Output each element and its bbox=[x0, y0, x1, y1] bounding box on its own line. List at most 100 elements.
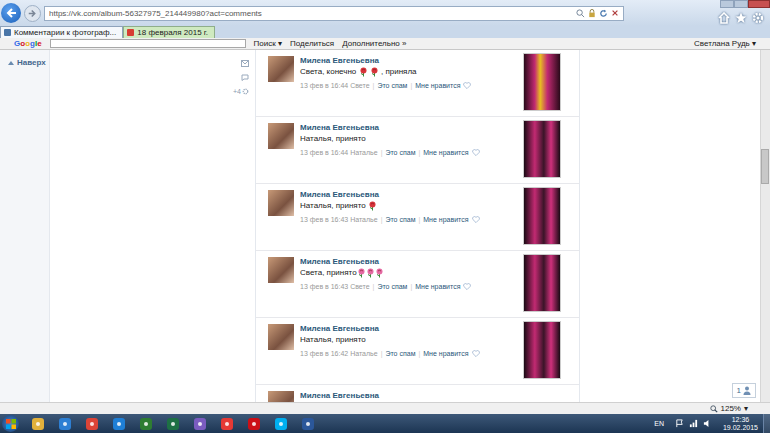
spam-link[interactable]: Это спам bbox=[377, 281, 407, 292]
photo-thumbnail[interactable] bbox=[523, 187, 561, 245]
maximize-icon[interactable] bbox=[734, 0, 748, 8]
minimize-icon[interactable] bbox=[720, 0, 734, 8]
photo-thumbnail[interactable] bbox=[523, 254, 561, 312]
spam-link[interactable]: Это спам bbox=[385, 147, 415, 158]
network-icon[interactable] bbox=[689, 419, 698, 428]
user-menu[interactable]: Светлана Рудь ▾ bbox=[694, 39, 770, 48]
photo-thumbnail[interactable] bbox=[523, 120, 561, 178]
viewers-badge[interactable]: 1 bbox=[732, 383, 756, 398]
logo-letter: l bbox=[35, 39, 37, 48]
settings-icon[interactable] bbox=[242, 88, 249, 95]
app-icon-mark bbox=[279, 422, 283, 426]
close-icon[interactable] bbox=[748, 0, 770, 8]
photo-thumbnail[interactable] bbox=[523, 53, 561, 111]
share-button[interactable]: Поделиться bbox=[290, 39, 334, 48]
app-icon bbox=[302, 418, 314, 430]
comment-date[interactable]: 13 фев в 16:43 Свете bbox=[300, 281, 370, 292]
heart-icon[interactable] bbox=[472, 216, 480, 223]
avatar-image[interactable] bbox=[268, 190, 294, 216]
flag-icon[interactable] bbox=[675, 419, 684, 428]
taskbar-app[interactable] bbox=[270, 415, 292, 432]
spam-link[interactable]: Это спам bbox=[385, 348, 415, 359]
scrollbar[interactable] bbox=[760, 50, 770, 402]
back-button[interactable] bbox=[1, 3, 21, 23]
photo-thumbnail[interactable] bbox=[523, 321, 561, 379]
google-search-field[interactable] bbox=[50, 39, 246, 48]
side-counter[interactable]: +4 bbox=[233, 88, 249, 95]
author-name[interactable]: Милена Евгеньевна bbox=[300, 55, 517, 66]
comment-icon[interactable] bbox=[241, 74, 249, 81]
taskbar-app[interactable] bbox=[243, 415, 265, 432]
taskbar-app[interactable] bbox=[108, 415, 130, 432]
language-indicator[interactable]: EN bbox=[654, 420, 664, 427]
heart-icon[interactable] bbox=[472, 149, 480, 156]
taskbar-app[interactable] bbox=[54, 415, 76, 432]
logo-letter: o bbox=[25, 39, 30, 48]
side-count-label: +4 bbox=[233, 88, 241, 95]
avatar-image[interactable] bbox=[268, 123, 294, 149]
text-fragment: Света, конечно bbox=[300, 66, 359, 77]
heart-icon[interactable] bbox=[463, 82, 471, 89]
avatar-image[interactable] bbox=[268, 391, 294, 402]
heart-icon[interactable] bbox=[472, 350, 480, 357]
more-button[interactable]: Дополнительно » bbox=[342, 39, 406, 48]
flower-emoji-icon bbox=[359, 67, 368, 77]
zoom-menu[interactable]: ▾ bbox=[744, 404, 748, 413]
home-icon[interactable] bbox=[718, 12, 730, 24]
like-link[interactable]: Мне нравится bbox=[423, 214, 468, 225]
scrollbar-thumb[interactable] bbox=[761, 149, 769, 184]
back-arrow-icon bbox=[5, 7, 17, 19]
browser-tab[interactable]: 18 февраля 2015 г. bbox=[123, 26, 215, 38]
author-name[interactable]: Милена Евгеньевна bbox=[300, 256, 517, 267]
taskbar-app[interactable] bbox=[189, 415, 211, 432]
gear-icon[interactable] bbox=[752, 12, 764, 24]
author-name[interactable]: Милена Евгеньевна bbox=[300, 189, 517, 200]
stop-icon[interactable] bbox=[611, 9, 619, 17]
zoom-level[interactable]: 125% bbox=[721, 404, 741, 413]
taskbar-app[interactable] bbox=[297, 415, 319, 432]
comment-date[interactable]: 13 фев в 16:42 Наталье bbox=[300, 348, 378, 359]
like-link[interactable]: Мне нравится bbox=[423, 348, 468, 359]
comment-row: Милена Евгеньевна bbox=[256, 385, 579, 402]
avatar-image[interactable] bbox=[268, 56, 294, 82]
star-icon[interactable] bbox=[735, 12, 747, 24]
comment-date[interactable]: 13 фев в 16:44 Наталье bbox=[300, 147, 378, 158]
refresh-icon[interactable] bbox=[599, 9, 608, 18]
browser-tab[interactable]: Комментарии к фотограф... bbox=[0, 26, 123, 38]
comment-body: Милена ЕвгеньевнаСвета, конечно , принял… bbox=[300, 53, 517, 116]
author-name[interactable]: Милена Евгеньевна bbox=[300, 323, 517, 334]
lock-icon[interactable] bbox=[588, 9, 596, 18]
avatar-image[interactable] bbox=[268, 324, 294, 350]
start-button[interactable] bbox=[2, 415, 19, 432]
comment-date[interactable]: 13 фев в 16:43 Наталье bbox=[300, 214, 378, 225]
address-bar[interactable]: https://vk.com/album-56327975_214449980?… bbox=[44, 6, 624, 21]
spam-link[interactable]: Это спам bbox=[385, 214, 415, 225]
taskbar-app[interactable] bbox=[162, 415, 184, 432]
taskbar-app[interactable] bbox=[27, 415, 49, 432]
show-desktop-button[interactable] bbox=[763, 414, 770, 433]
clock[interactable]: 12:3619.02.2015 bbox=[723, 416, 758, 432]
comment-meta: 13 фев в 16:44 Свете|Это спам|Мне нравит… bbox=[300, 80, 517, 91]
author-name[interactable]: Милена Евгеньевна bbox=[300, 122, 517, 133]
forward-button[interactable] bbox=[24, 5, 41, 22]
volume-icon[interactable] bbox=[703, 419, 712, 428]
search-button[interactable]: Поиск ▾ bbox=[254, 39, 282, 48]
author-name[interactable]: Милена Евгеньевна bbox=[300, 390, 561, 401]
comment-date[interactable]: 13 фев в 16:44 Свете bbox=[300, 80, 370, 91]
heart-icon[interactable] bbox=[463, 283, 471, 290]
scroll-up-link[interactable]: Наверх bbox=[0, 50, 49, 67]
zoom-icon[interactable] bbox=[710, 405, 718, 413]
like-link[interactable]: Мне нравится bbox=[415, 80, 460, 91]
message-icon[interactable] bbox=[241, 60, 249, 67]
taskbar-app[interactable] bbox=[135, 415, 157, 432]
taskbar-app[interactable] bbox=[216, 415, 238, 432]
taskbar: EN 12:3619.02.2015 bbox=[0, 414, 770, 433]
like-link[interactable]: Мне нравится bbox=[415, 281, 460, 292]
app-icon bbox=[167, 418, 179, 430]
avatar-image[interactable] bbox=[268, 257, 294, 283]
spam-link[interactable]: Это спам bbox=[377, 80, 407, 91]
app-icon bbox=[86, 418, 98, 430]
like-link[interactable]: Мне нравится bbox=[423, 147, 468, 158]
search-icon[interactable] bbox=[576, 9, 585, 18]
taskbar-app[interactable] bbox=[81, 415, 103, 432]
